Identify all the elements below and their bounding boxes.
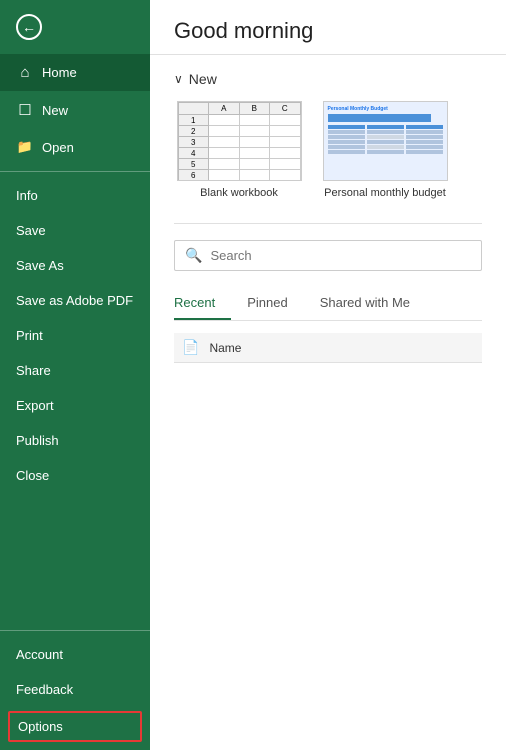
sidebar-item-save[interactable]: Save	[0, 213, 150, 248]
template-blank-thumb: A B C 1 2 3 4 5 6	[177, 101, 302, 181]
sidebar-bottom: Account Feedback Options	[0, 624, 150, 750]
file-col-name: Name	[209, 341, 241, 355]
new-section-title: New	[189, 71, 217, 87]
budget-preview: Personal Monthly Budget	[324, 102, 447, 180]
main-header: Good morning	[150, 0, 506, 55]
sidebar-label-close: Close	[16, 468, 49, 483]
sidebar-label-saveas: Save As	[16, 258, 64, 273]
sidebar-label-save-adobe: Save as Adobe PDF	[16, 293, 133, 308]
sidebar-item-info[interactable]: Info	[0, 178, 150, 213]
sidebar-label-open: Open	[42, 140, 74, 155]
template-budget[interactable]: Personal Monthly Budget	[320, 101, 450, 199]
new-icon: ☐	[16, 101, 34, 119]
template-blank-label: Blank workbook	[200, 187, 278, 199]
template-blank[interactable]: A B C 1 2 3 4 5 6	[174, 101, 304, 199]
budget-thumb-title: Personal Monthly Budget	[328, 106, 443, 112]
sidebar-item-close[interactable]: Close	[0, 458, 150, 493]
back-button[interactable]: ←	[0, 0, 150, 54]
templates-row: A B C 1 2 3 4 5 6	[174, 101, 482, 199]
template-budget-thumb: Personal Monthly Budget	[323, 101, 448, 181]
sidebar-item-open[interactable]: 📁 Open	[0, 129, 150, 165]
search-bar[interactable]: 🔍	[174, 240, 482, 271]
content-divider	[174, 223, 482, 224]
sidebar-item-share[interactable]: Share	[0, 353, 150, 388]
sidebar-label-options: Options	[18, 719, 63, 734]
main-content: Good morning ∨ New A B	[150, 0, 506, 750]
tab-shared[interactable]: Shared with Me	[304, 287, 426, 320]
search-icon: 🔍	[185, 247, 202, 264]
sidebar-item-print[interactable]: Print	[0, 318, 150, 353]
sidebar-label-account: Account	[16, 647, 63, 662]
tab-pinned[interactable]: Pinned	[231, 287, 303, 320]
sidebar-item-new[interactable]: ☐ New	[0, 91, 150, 129]
template-budget-label: Personal monthly budget	[324, 187, 446, 199]
sidebar-item-feedback[interactable]: Feedback	[0, 672, 150, 707]
sidebar-label-export: Export	[16, 398, 54, 413]
sidebar-item-options[interactable]: Options	[8, 711, 142, 742]
blank-grid: A B C 1 2 3 4 5 6	[178, 102, 301, 180]
sidebar-label-share: Share	[16, 363, 51, 378]
sidebar-item-account[interactable]: Account	[0, 637, 150, 672]
search-input[interactable]	[210, 248, 471, 263]
file-icon: 📄	[182, 339, 199, 356]
sidebar: ← ⌂ Home ☐ New 📁 Open Info Save Save As …	[0, 0, 150, 750]
page-title: Good morning	[174, 18, 482, 44]
file-list-header: 📄 Name	[174, 333, 482, 363]
main-body: ∨ New A B C	[150, 55, 506, 750]
sidebar-label-publish: Publish	[16, 433, 59, 448]
tabs-row: Recent Pinned Shared with Me	[174, 287, 482, 321]
sidebar-item-saveas[interactable]: Save As	[0, 248, 150, 283]
open-icon: 📁	[16, 139, 34, 155]
sidebar-divider-2	[0, 630, 150, 631]
chevron-down-icon[interactable]: ∨	[174, 72, 183, 86]
sidebar-label-save: Save	[16, 223, 46, 238]
sidebar-label-info: Info	[16, 188, 38, 203]
home-icon: ⌂	[16, 64, 34, 81]
sidebar-label-new: New	[42, 103, 68, 118]
sidebar-item-publish[interactable]: Publish	[0, 423, 150, 458]
sidebar-item-save-adobe[interactable]: Save as Adobe PDF	[0, 283, 150, 318]
sidebar-divider-1	[0, 171, 150, 172]
tab-recent[interactable]: Recent	[174, 287, 231, 320]
sidebar-item-export[interactable]: Export	[0, 388, 150, 423]
new-section-header: ∨ New	[174, 71, 482, 87]
sidebar-label-home: Home	[42, 65, 77, 80]
back-icon: ←	[16, 14, 42, 40]
sidebar-label-print: Print	[16, 328, 43, 343]
sidebar-item-home[interactable]: ⌂ Home	[0, 54, 150, 91]
sidebar-label-feedback: Feedback	[16, 682, 73, 697]
